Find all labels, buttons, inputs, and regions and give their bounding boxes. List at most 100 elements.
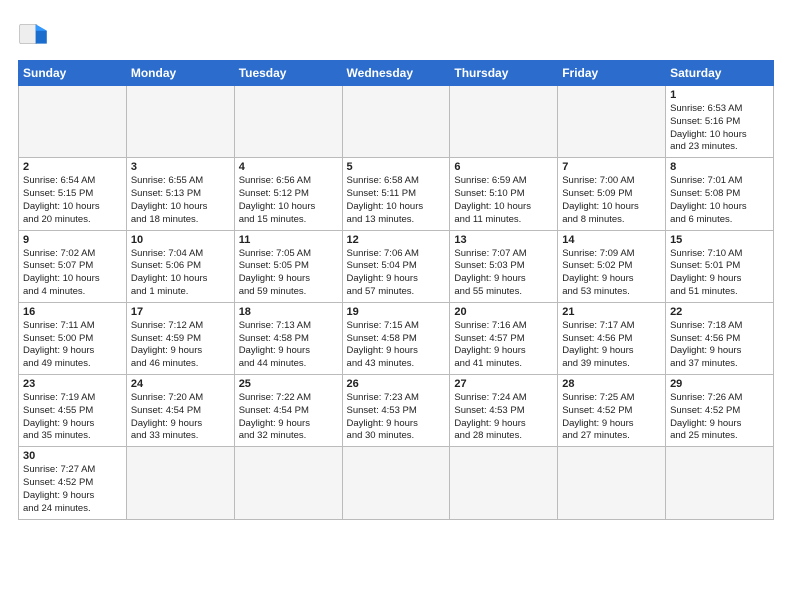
day-number: 5 xyxy=(347,161,446,173)
calendar-cell: 27Sunrise: 7:24 AM Sunset: 4:53 PM Dayli… xyxy=(450,375,558,447)
day-number: 20 xyxy=(454,306,553,318)
day-number: 2 xyxy=(23,161,122,173)
day-info: Sunrise: 7:11 AM Sunset: 5:00 PM Dayligh… xyxy=(23,320,122,371)
calendar-cell: 5 Sunrise: 6:58 AM Sunset: 5:11 PM Daylig… xyxy=(342,158,450,230)
weekday-header-monday: Monday xyxy=(126,61,234,86)
weekday-header-saturday: Saturday xyxy=(666,61,774,86)
calendar-cell xyxy=(19,86,127,158)
calendar-cell: 11Sunrise: 7:05 AM Sunset: 5:05 PM Dayli… xyxy=(234,230,342,302)
day-number: 22 xyxy=(670,306,769,318)
calendar-cell: 26 Sunrise: 7:23 AM Sunset: 4:53 PM Dayli… xyxy=(342,375,450,447)
weekday-header-wednesday: Wednesday xyxy=(342,61,450,86)
calendar-cell: 1 Sunrise: 6:53 AM Sunset: 5:16 PM Daylig… xyxy=(666,86,774,158)
day-info: Sunrise: 7:22 AM Sunset: 4:54 PM Dayligh… xyxy=(239,392,338,443)
day-number: 10 xyxy=(131,234,230,246)
day-number: 28 xyxy=(562,378,661,390)
day-number: 1 xyxy=(670,89,769,101)
weekday-header-friday: Friday xyxy=(558,61,666,86)
page: SundayMondayTuesdayWednesdayThursdayFrid… xyxy=(0,0,792,612)
calendar-cell: 10Sunrise: 7:04 AM Sunset: 5:06 PM Dayli… xyxy=(126,230,234,302)
day-info: Sunrise: 6:58 AM Sunset: 5:11 PM Dayligh… xyxy=(347,175,446,226)
calendar-cell xyxy=(666,447,774,519)
day-number: 23 xyxy=(23,378,122,390)
calendar-cell: 29Sunrise: 7:26 AM Sunset: 4:52 PM Dayli… xyxy=(666,375,774,447)
day-info: Sunrise: 6:54 AM Sunset: 5:15 PM Dayligh… xyxy=(23,175,122,226)
day-number: 27 xyxy=(454,378,553,390)
day-number: 6 xyxy=(454,161,553,173)
calendar-cell: 14Sunrise: 7:09 AM Sunset: 5:02 PM Dayli… xyxy=(558,230,666,302)
day-number: 19 xyxy=(347,306,446,318)
calendar-cell: 25 Sunrise: 7:22 AM Sunset: 4:54 PM Dayli… xyxy=(234,375,342,447)
day-info: Sunrise: 7:10 AM Sunset: 5:01 PM Dayligh… xyxy=(670,248,769,299)
day-info: Sunrise: 7:18 AM Sunset: 4:56 PM Dayligh… xyxy=(670,320,769,371)
day-info: Sunrise: 6:53 AM Sunset: 5:16 PM Dayligh… xyxy=(670,103,769,154)
calendar-cell: 23 Sunrise: 7:19 AM Sunset: 4:55 PM Dayli… xyxy=(19,375,127,447)
day-number: 26 xyxy=(347,378,446,390)
calendar-week-1: 1 Sunrise: 6:53 AM Sunset: 5:16 PM Daylig… xyxy=(19,86,774,158)
calendar: SundayMondayTuesdayWednesdayThursdayFrid… xyxy=(18,60,774,520)
calendar-cell xyxy=(234,447,342,519)
calendar-cell: 18Sunrise: 7:13 AM Sunset: 4:58 PM Dayli… xyxy=(234,302,342,374)
day-info: Sunrise: 7:13 AM Sunset: 4:58 PM Dayligh… xyxy=(239,320,338,371)
header xyxy=(18,18,774,50)
day-number: 7 xyxy=(562,161,661,173)
calendar-cell: 22 Sunrise: 7:18 AM Sunset: 4:56 PM Dayli… xyxy=(666,302,774,374)
calendar-cell: 30Sunrise: 7:27 AM Sunset: 4:52 PM Dayli… xyxy=(19,447,127,519)
calendar-cell: 17 Sunrise: 7:12 AM Sunset: 4:59 PM Dayli… xyxy=(126,302,234,374)
day-info: Sunrise: 7:20 AM Sunset: 4:54 PM Dayligh… xyxy=(131,392,230,443)
day-info: Sunrise: 7:19 AM Sunset: 4:55 PM Dayligh… xyxy=(23,392,122,443)
day-number: 16 xyxy=(23,306,122,318)
day-number: 30 xyxy=(23,450,122,462)
calendar-cell: 12Sunrise: 7:06 AM Sunset: 5:04 PM Dayli… xyxy=(342,230,450,302)
calendar-cell: 9Sunrise: 7:02 AM Sunset: 5:07 PM Daylig… xyxy=(19,230,127,302)
day-number: 3 xyxy=(131,161,230,173)
day-info: Sunrise: 7:17 AM Sunset: 4:56 PM Dayligh… xyxy=(562,320,661,371)
day-info: Sunrise: 7:01 AM Sunset: 5:08 PM Dayligh… xyxy=(670,175,769,226)
calendar-cell: 21Sunrise: 7:17 AM Sunset: 4:56 PM Dayli… xyxy=(558,302,666,374)
day-info: Sunrise: 7:00 AM Sunset: 5:09 PM Dayligh… xyxy=(562,175,661,226)
day-info: Sunrise: 6:59 AM Sunset: 5:10 PM Dayligh… xyxy=(454,175,553,226)
logo xyxy=(18,18,54,50)
calendar-cell: 2 Sunrise: 6:54 AM Sunset: 5:15 PM Daylig… xyxy=(19,158,127,230)
calendar-cell: 3Sunrise: 6:55 AM Sunset: 5:13 PM Daylig… xyxy=(126,158,234,230)
day-info: Sunrise: 7:15 AM Sunset: 4:58 PM Dayligh… xyxy=(347,320,446,371)
calendar-week-6: 30Sunrise: 7:27 AM Sunset: 4:52 PM Dayli… xyxy=(19,447,774,519)
calendar-cell: 24 Sunrise: 7:20 AM Sunset: 4:54 PM Dayli… xyxy=(126,375,234,447)
calendar-cell: 16 Sunrise: 7:11 AM Sunset: 5:00 PM Dayli… xyxy=(19,302,127,374)
calendar-cell xyxy=(234,86,342,158)
calendar-cell: 4 Sunrise: 6:56 AM Sunset: 5:12 PM Daylig… xyxy=(234,158,342,230)
calendar-cell: 19 Sunrise: 7:15 AM Sunset: 4:58 PM Dayli… xyxy=(342,302,450,374)
day-info: Sunrise: 7:16 AM Sunset: 4:57 PM Dayligh… xyxy=(454,320,553,371)
day-info: Sunrise: 6:56 AM Sunset: 5:12 PM Dayligh… xyxy=(239,175,338,226)
calendar-cell: 28 Sunrise: 7:25 AM Sunset: 4:52 PM Dayli… xyxy=(558,375,666,447)
calendar-cell: 13Sunrise: 7:07 AM Sunset: 5:03 PM Dayli… xyxy=(450,230,558,302)
calendar-week-4: 16 Sunrise: 7:11 AM Sunset: 5:00 PM Dayli… xyxy=(19,302,774,374)
day-number: 24 xyxy=(131,378,230,390)
calendar-cell xyxy=(558,447,666,519)
day-number: 4 xyxy=(239,161,338,173)
calendar-cell xyxy=(126,447,234,519)
calendar-cell: 7 Sunrise: 7:00 AM Sunset: 5:09 PM Daylig… xyxy=(558,158,666,230)
day-number: 25 xyxy=(239,378,338,390)
day-number: 11 xyxy=(239,234,338,246)
day-number: 8 xyxy=(670,161,769,173)
day-number: 17 xyxy=(131,306,230,318)
calendar-week-3: 9Sunrise: 7:02 AM Sunset: 5:07 PM Daylig… xyxy=(19,230,774,302)
day-number: 12 xyxy=(347,234,446,246)
calendar-cell: 6 Sunrise: 6:59 AM Sunset: 5:10 PM Daylig… xyxy=(450,158,558,230)
weekday-header-tuesday: Tuesday xyxy=(234,61,342,86)
day-number: 9 xyxy=(23,234,122,246)
day-info: Sunrise: 7:25 AM Sunset: 4:52 PM Dayligh… xyxy=(562,392,661,443)
calendar-cell xyxy=(342,447,450,519)
calendar-week-5: 23 Sunrise: 7:19 AM Sunset: 4:55 PM Dayli… xyxy=(19,375,774,447)
calendar-cell xyxy=(558,86,666,158)
calendar-week-2: 2 Sunrise: 6:54 AM Sunset: 5:15 PM Daylig… xyxy=(19,158,774,230)
day-info: Sunrise: 7:23 AM Sunset: 4:53 PM Dayligh… xyxy=(347,392,446,443)
generalblue-logo-icon xyxy=(18,18,50,50)
day-number: 29 xyxy=(670,378,769,390)
calendar-cell xyxy=(450,447,558,519)
day-info: Sunrise: 7:12 AM Sunset: 4:59 PM Dayligh… xyxy=(131,320,230,371)
day-number: 14 xyxy=(562,234,661,246)
day-info: Sunrise: 7:07 AM Sunset: 5:03 PM Dayligh… xyxy=(454,248,553,299)
calendar-cell xyxy=(450,86,558,158)
